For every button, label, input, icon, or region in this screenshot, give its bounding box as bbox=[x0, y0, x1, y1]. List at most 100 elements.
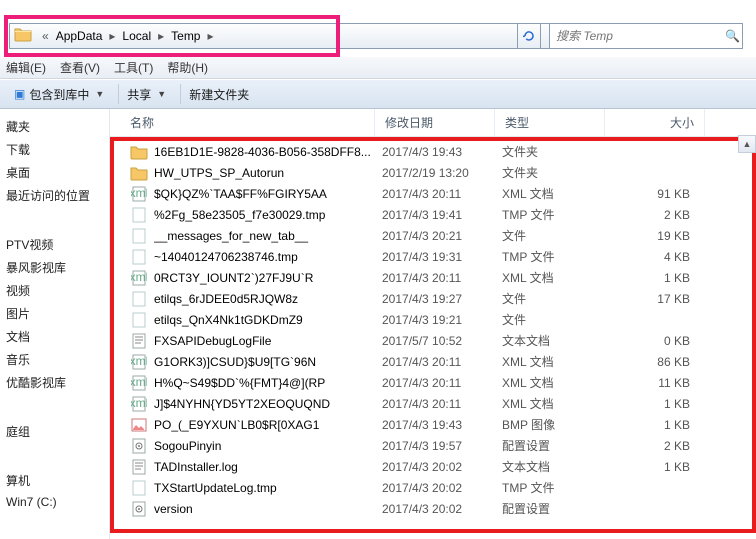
file-type: BMP 图像 bbox=[502, 416, 612, 433]
file-row[interactable]: PO_(_E9YXUN`LB0$R[0XAG12017/4/3 19:43BMP… bbox=[114, 414, 752, 435]
file-name: ~14040124706238746.tmp bbox=[154, 250, 382, 264]
file-row[interactable]: xml H%Q~S49$DD`%{FMT}4@](RP2017/4/3 20:11… bbox=[114, 372, 752, 393]
file-name: PO_(_E9YXUN`LB0$R[0XAG1 bbox=[154, 418, 382, 432]
file-date: 2017/4/3 20:11 bbox=[382, 397, 502, 411]
sidebar-lib-6[interactable]: 优酷影视库 bbox=[0, 371, 109, 394]
file-type: 文件 bbox=[502, 227, 612, 244]
sidebar-lib-2[interactable]: 视频 bbox=[0, 279, 109, 302]
file-row[interactable]: __messages_for_new_tab__2017/4/3 20:21文件… bbox=[114, 225, 752, 246]
file-row[interactable]: TADInstaller.log2017/4/3 20:02文本文档1 KB bbox=[114, 456, 752, 477]
file-date: 2017/4/3 19:43 bbox=[382, 145, 502, 159]
file-row[interactable]: %2Fg_58e23505_f7e30029.tmp2017/4/3 19:41… bbox=[114, 204, 752, 225]
file-icon bbox=[130, 311, 148, 329]
sidebar-lib-0[interactable]: PTV视频 bbox=[0, 233, 109, 256]
file-size: 17 KB bbox=[612, 292, 702, 306]
file-row[interactable]: xmlG1ORK3)]CSUD}$U9[TG`96N2017/4/3 20:11… bbox=[114, 351, 752, 372]
search-box[interactable]: 🔍 bbox=[549, 23, 743, 49]
file-row[interactable]: HW_UTPS_SP_Autorun2017/2/19 13:20文件夹 bbox=[114, 162, 752, 183]
sidebar-fav-3[interactable]: 最近访问的位置 bbox=[0, 184, 109, 207]
file-date: 2017/5/7 10:52 bbox=[382, 334, 502, 348]
xml-icon: xml bbox=[130, 395, 148, 413]
svg-text:xml: xml bbox=[131, 396, 147, 410]
file-row[interactable]: version2017/4/3 20:02配置设置 bbox=[114, 498, 752, 519]
col-type[interactable]: 类型 bbox=[495, 109, 605, 136]
share-button[interactable]: 共享 ▼ bbox=[123, 86, 176, 103]
file-type: XML 文档 bbox=[502, 374, 612, 391]
file-icon bbox=[130, 248, 148, 266]
file-date: 2017/4/3 19:31 bbox=[382, 250, 502, 264]
sidebar-computer-0[interactable]: 算机 bbox=[0, 469, 109, 492]
file-name: G1ORK3)]CSUD}$U9[TG`96N bbox=[154, 355, 382, 369]
file-name: version bbox=[154, 502, 382, 516]
menu-tools[interactable]: 工具(T) bbox=[114, 59, 153, 76]
separator bbox=[118, 84, 119, 104]
file-row[interactable]: xml$QK}QZ%`TAA$FF%FGIRY5AA2017/4/3 20:11… bbox=[114, 183, 752, 204]
sidebar-fav-0[interactable]: 藏夹 bbox=[0, 115, 109, 138]
content-area: 名称 修改日期 类型 大小 16EB1D1E-9828-4036-B056-35… bbox=[110, 109, 756, 539]
chevron-right-icon[interactable]: ▸ bbox=[105, 29, 119, 43]
menu-view[interactable]: 查看(V) bbox=[60, 59, 100, 76]
file-row[interactable]: SogouPinyin2017/4/3 19:57配置设置2 KB bbox=[114, 435, 752, 456]
new-folder-button[interactable]: 新建文件夹 bbox=[185, 86, 259, 103]
sidebar-fav-1[interactable]: 下载 bbox=[0, 138, 109, 161]
sidebar-computer-1[interactable]: Win7 (C:) bbox=[0, 492, 109, 512]
file-date: 2017/4/3 20:02 bbox=[382, 481, 502, 495]
menu-bar: 编辑(E) 查看(V) 工具(T) 帮助(H) bbox=[0, 57, 756, 79]
xml-icon: xml bbox=[130, 374, 148, 392]
file-date: 2017/4/3 20:02 bbox=[382, 460, 502, 474]
file-row[interactable]: ~14040124706238746.tmp2017/4/3 19:31TMP … bbox=[114, 246, 752, 267]
file-date: 2017/4/3 19:41 bbox=[382, 208, 502, 222]
file-type: 配置设置 bbox=[502, 437, 612, 454]
file-date: 2017/4/3 20:11 bbox=[382, 187, 502, 201]
nav-sidebar: 藏夹下载桌面最近访问的位置 PTV视频暴风影视库视频图片文档音乐优酷影视库 庭组… bbox=[0, 109, 110, 539]
file-row[interactable]: TXStartUpdateLog.tmp2017/4/3 20:02TMP 文件 bbox=[114, 477, 752, 498]
bmp-icon bbox=[130, 416, 148, 434]
file-row[interactable]: etilqs_QnX4Nk1tGDKDmZ92017/4/3 19:21文件 bbox=[114, 309, 752, 330]
organize-button[interactable]: ▣ 包含到库中 ▼ bbox=[10, 86, 114, 103]
file-name: TADInstaller.log bbox=[154, 460, 382, 474]
file-row[interactable]: 16EB1D1E-9828-4036-B056-358DFF8...2017/4… bbox=[114, 141, 752, 162]
txt-icon bbox=[130, 332, 148, 350]
menu-help[interactable]: 帮助(H) bbox=[167, 59, 208, 76]
file-date: 2017/4/3 20:11 bbox=[382, 376, 502, 390]
refresh-button[interactable] bbox=[517, 23, 541, 49]
chevron-right-icon[interactable]: ▸ bbox=[154, 29, 168, 43]
sidebar-group-0[interactable]: 庭组 bbox=[0, 420, 109, 443]
sidebar-lib-1[interactable]: 暴风影视库 bbox=[0, 256, 109, 279]
file-date: 2017/4/3 19:27 bbox=[382, 292, 502, 306]
file-name: H%Q~S49$DD`%{FMT}4@](RP bbox=[154, 376, 382, 390]
svg-text:xml: xml bbox=[131, 375, 147, 389]
file-name: 16EB1D1E-9828-4036-B056-358DFF8... bbox=[154, 145, 382, 159]
scrollbar-up[interactable]: ▲ bbox=[738, 135, 756, 153]
col-date[interactable]: 修改日期 bbox=[375, 109, 495, 136]
chevron-right-icon[interactable]: ▸ bbox=[203, 29, 217, 43]
file-name: SogouPinyin bbox=[154, 439, 382, 453]
sidebar-lib-3[interactable]: 图片 bbox=[0, 302, 109, 325]
col-size[interactable]: 大小 bbox=[605, 109, 705, 136]
col-name[interactable]: 名称 bbox=[110, 109, 375, 136]
sidebar-fav-2[interactable]: 桌面 bbox=[0, 161, 109, 184]
file-name: %2Fg_58e23505_f7e30029.tmp bbox=[154, 208, 382, 222]
file-list-highlight: 16EB1D1E-9828-4036-B056-358DFF8...2017/4… bbox=[110, 137, 756, 533]
file-size: 1 KB bbox=[612, 460, 702, 474]
sidebar-lib-5[interactable]: 音乐 bbox=[0, 348, 109, 371]
toolbar: ▣ 包含到库中 ▼ 共享 ▼ 新建文件夹 bbox=[0, 79, 756, 109]
file-row[interactable]: FXSAPIDebugLogFile2017/5/7 10:52文本文档0 KB bbox=[114, 330, 752, 351]
breadcrumb-seg-0[interactable]: AppData bbox=[53, 29, 106, 43]
xml-icon: xml bbox=[130, 185, 148, 203]
file-row[interactable]: xmlJ]$4NYHN{YD5YT2XEOQUQND2017/4/3 20:11… bbox=[114, 393, 752, 414]
file-type: XML 文档 bbox=[502, 353, 612, 370]
file-row[interactable]: xml0RCT3Y_IOUNT2`)27FJ9U`R2017/4/3 20:11… bbox=[114, 267, 752, 288]
file-size: 2 KB bbox=[612, 439, 702, 453]
file-type: 文件夹 bbox=[502, 143, 612, 160]
search-input[interactable] bbox=[550, 29, 719, 43]
breadcrumb-seg-2[interactable]: Temp bbox=[168, 29, 203, 43]
file-size: 19 KB bbox=[612, 229, 702, 243]
file-row[interactable]: etilqs_6rJDEE0d5RJQW8z2017/4/3 19:27文件17… bbox=[114, 288, 752, 309]
file-size: 4 KB bbox=[612, 250, 702, 264]
menu-edit[interactable]: 编辑(E) bbox=[6, 59, 46, 76]
breadcrumb-seg-1[interactable]: Local bbox=[119, 29, 154, 43]
organize-label: 包含到库中 bbox=[29, 86, 89, 103]
file-date: 2017/4/3 20:11 bbox=[382, 271, 502, 285]
sidebar-lib-4[interactable]: 文档 bbox=[0, 325, 109, 348]
